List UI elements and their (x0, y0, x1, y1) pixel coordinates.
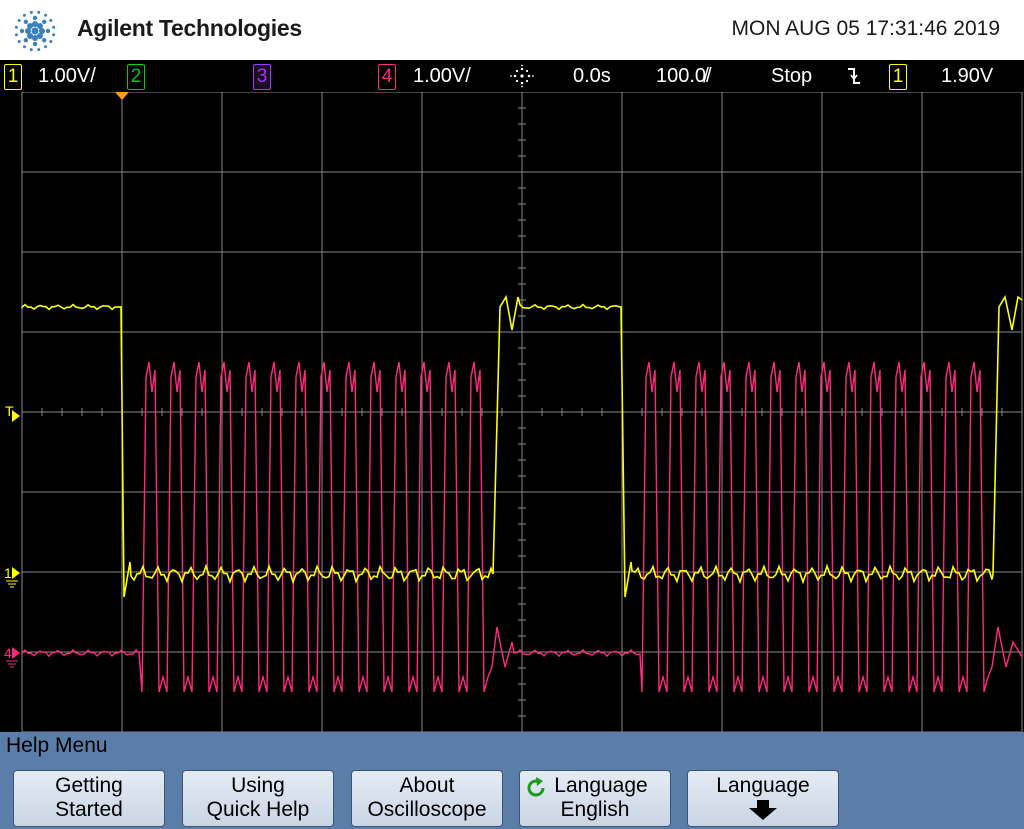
help-menu-panel: Help Menu Getting Started Using Quick He… (0, 732, 1024, 829)
waveform-display[interactable]: T 1 4 (0, 92, 1024, 732)
timebase-value: 100.0̸/ (656, 65, 712, 87)
softkey-label: English (560, 798, 630, 821)
channel-1-ground-marker[interactable]: 1 (4, 565, 20, 588)
softkey-label: Started (55, 798, 123, 821)
date-time: MON AUG 05 17:31:46 2019 (731, 17, 1001, 40)
channel-3-badge[interactable]: 3 (253, 64, 271, 90)
channel-4-ground-marker[interactable]: 4 (4, 645, 20, 668)
header-bar: Agilent Technologies MON AUG 05 17:31:46… (0, 0, 1024, 60)
channel-4-scale: 1.00V/ (413, 65, 471, 87)
using-quick-help-softkey[interactable]: Using Quick Help (182, 770, 334, 827)
channel-4-ground-label: 4 (4, 645, 12, 661)
getting-started-softkey[interactable]: Getting Started (13, 770, 165, 827)
trigger-position-marker[interactable] (115, 92, 129, 100)
graticule (21, 92, 1023, 732)
language-english-softkey[interactable]: Language English (519, 770, 671, 827)
brand-name: Agilent Technologies (77, 15, 302, 41)
down-arrow-icon (749, 800, 777, 820)
help-menu-title: Help Menu (6, 734, 108, 757)
channel-1-badge[interactable]: 1 (4, 64, 22, 90)
falling-edge-trigger-icon (848, 68, 860, 84)
cycle-arrow-icon (527, 777, 545, 797)
agilent-spark-icon (14, 10, 56, 52)
about-oscilloscope-softkey[interactable]: About Oscilloscope (351, 770, 503, 827)
channel-1-ground-label: 1 (4, 565, 12, 581)
status-bar: 1 1.00V/ 2 3 4 1.00V/ 0.0s 100.0̸/ Stop … (0, 60, 1024, 92)
softkey-label: About (399, 774, 455, 797)
delay-value: 0.0s (573, 65, 611, 87)
trigger-level-marker[interactable]: T (5, 403, 20, 422)
softkey-label: Language (716, 774, 810, 797)
softkey-label: Quick Help (206, 798, 310, 821)
run-state[interactable]: Stop (771, 63, 812, 89)
channel-4-badge[interactable]: 4 (378, 64, 396, 90)
softkey-label: Oscilloscope (367, 798, 487, 821)
channel-2-badge[interactable]: 2 (127, 64, 145, 90)
softkey-label: Using (231, 774, 285, 797)
delay-spark-icon (510, 64, 534, 88)
language-softkey[interactable]: Language (687, 770, 839, 827)
trigger-level: 1.90V (941, 65, 994, 87)
channel-1-scale: 1.00V/ (38, 65, 96, 87)
softkey-label: Getting (55, 774, 123, 797)
trigger-source-badge[interactable]: 1 (889, 64, 907, 90)
